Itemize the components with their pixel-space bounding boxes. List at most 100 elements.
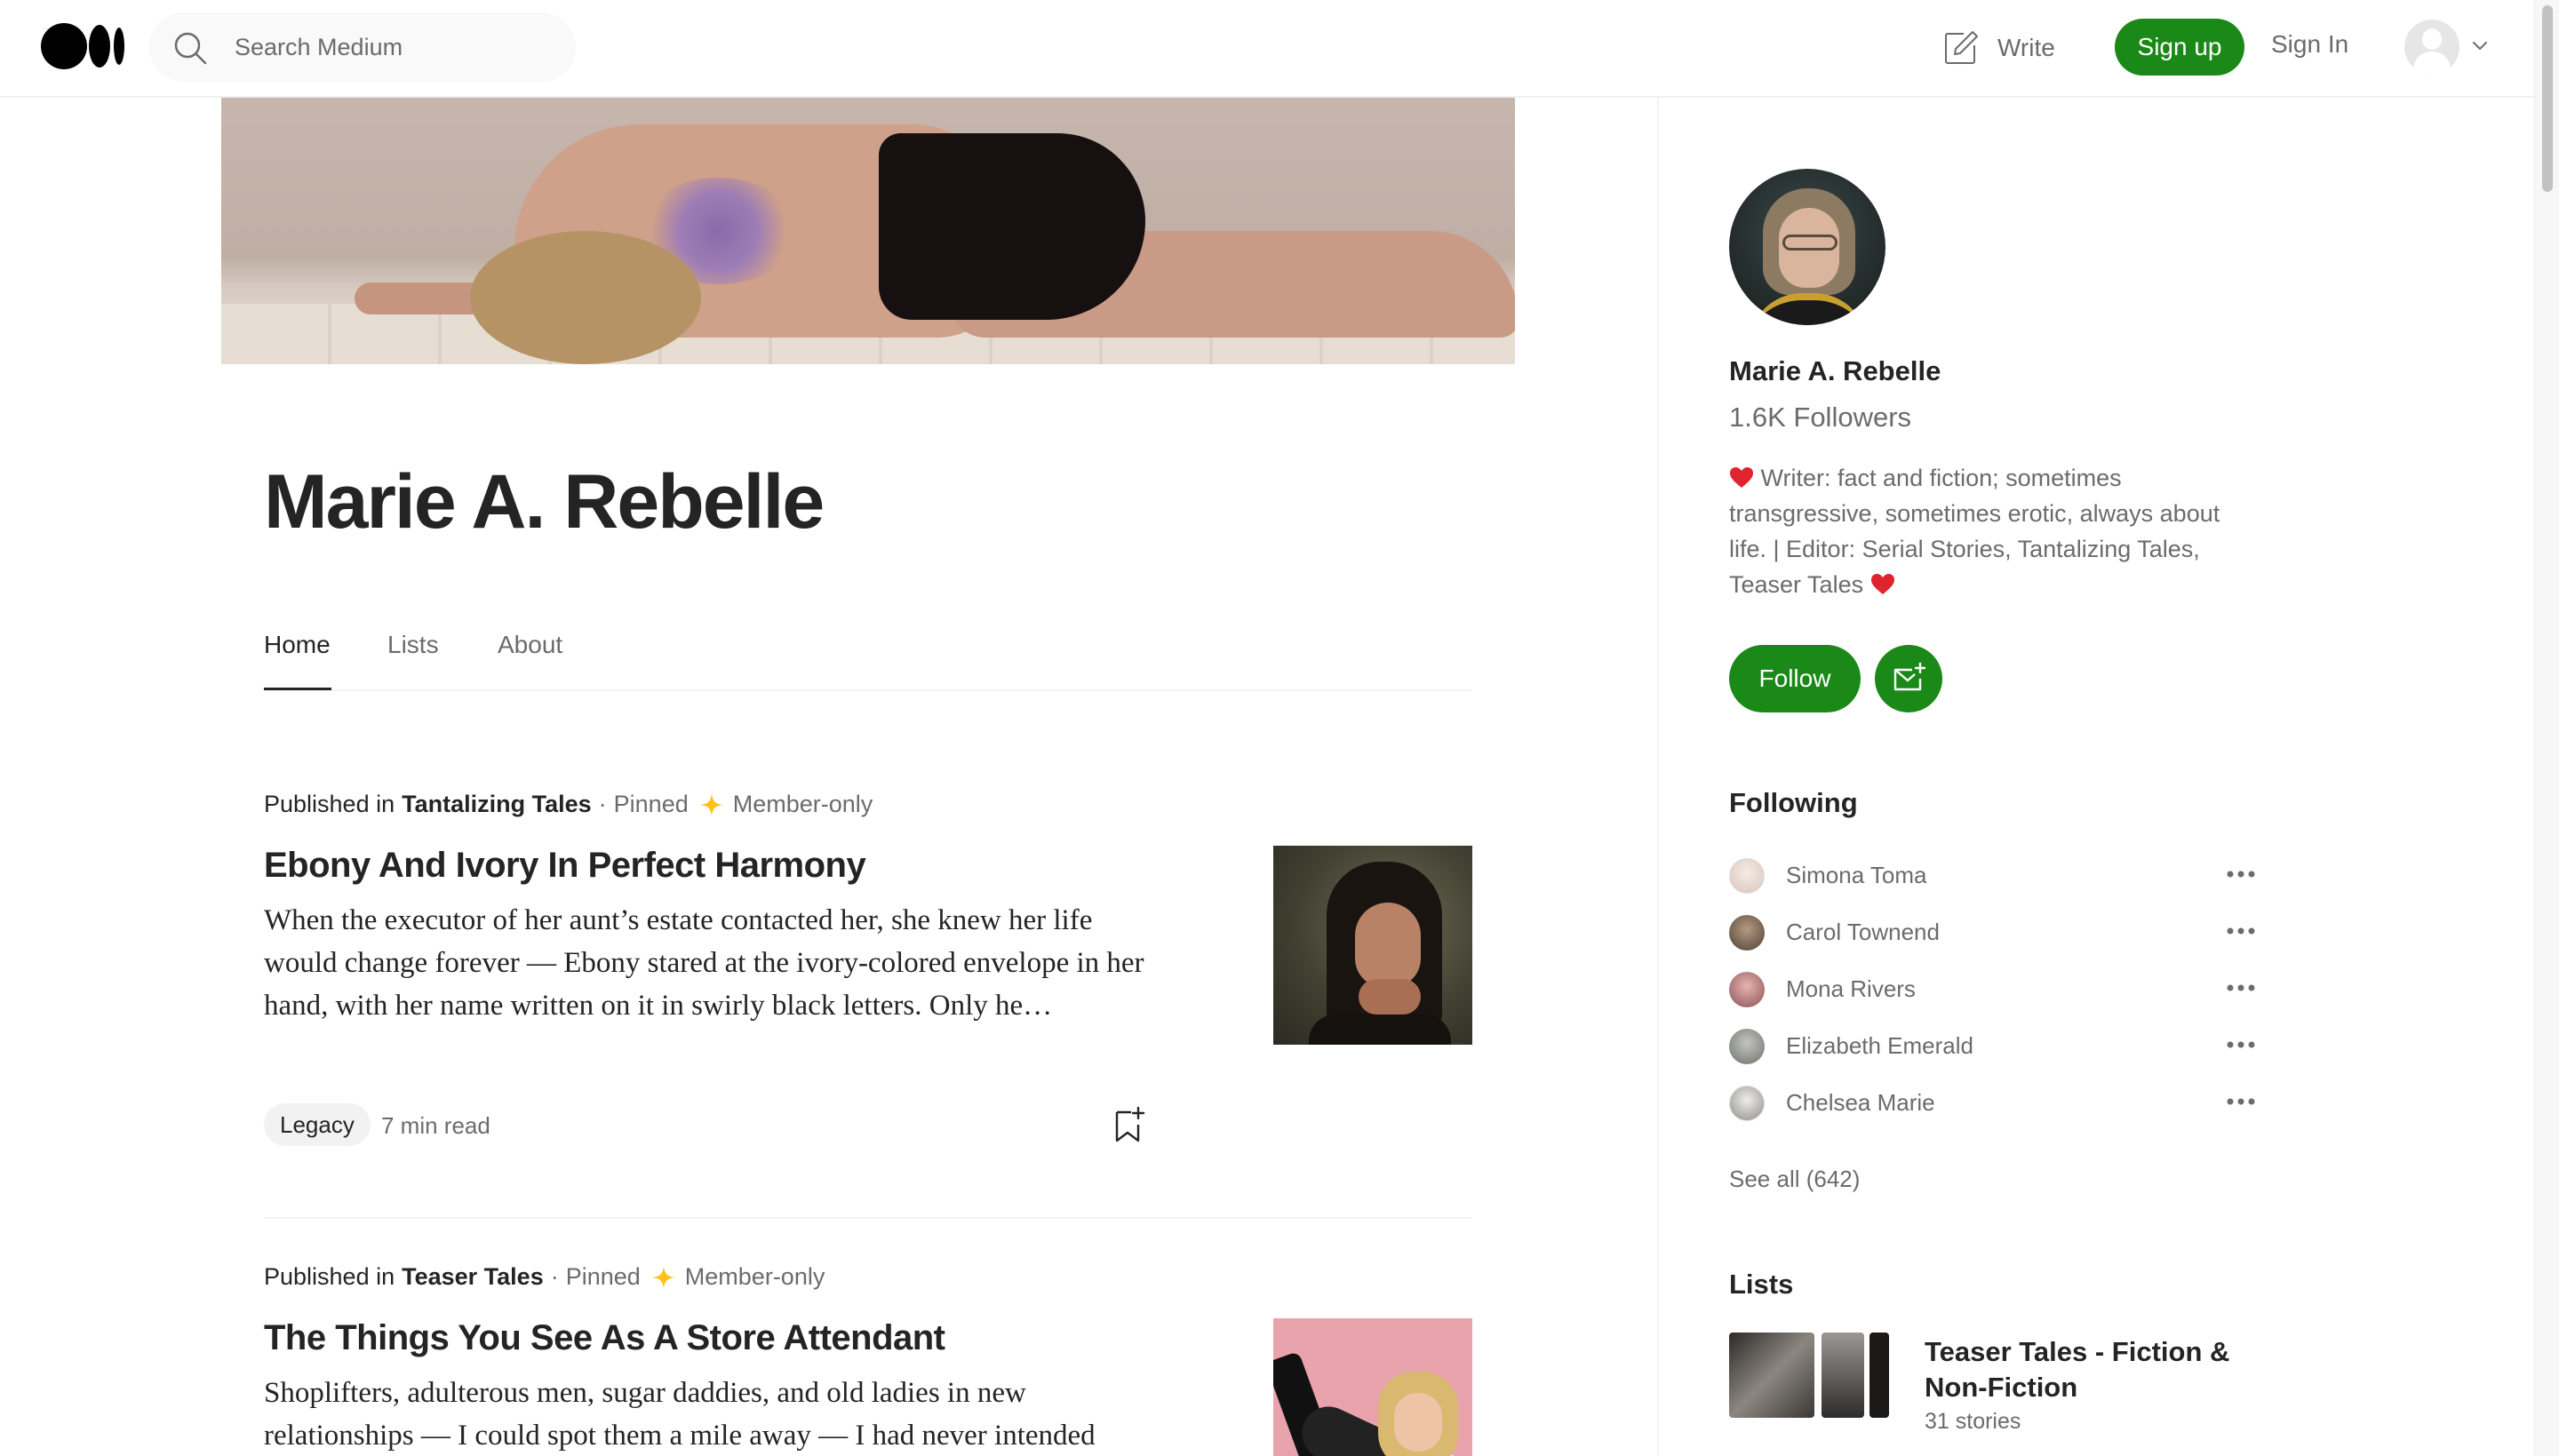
author-name[interactable]: Marie A. Rebelle bbox=[1729, 355, 1941, 387]
meta-separator: · bbox=[598, 791, 607, 817]
active-tab-indicator bbox=[264, 688, 331, 690]
following-avatar[interactable] bbox=[1729, 1086, 1765, 1121]
following-item[interactable]: Elizabeth Emerald bbox=[1729, 1027, 2259, 1066]
more-options-icon[interactable] bbox=[2223, 1091, 2259, 1112]
following-item[interactable]: Carol Townend bbox=[1729, 913, 2259, 952]
profile-tabs: Home Lists About bbox=[264, 624, 1472, 691]
more-options-icon[interactable] bbox=[2223, 863, 2259, 885]
published-in-label: Published in bbox=[264, 791, 395, 817]
read-time: 7 min read bbox=[381, 1112, 490, 1139]
article-thumbnail[interactable] bbox=[1273, 846, 1472, 1045]
search-box bbox=[149, 12, 576, 82]
logo-circle-large bbox=[41, 23, 87, 69]
following-name[interactable]: Mona Rivers bbox=[1786, 975, 1916, 1003]
following-name[interactable]: Chelsea Marie bbox=[1786, 1089, 1935, 1117]
scrollbar-thumb[interactable] bbox=[2542, 5, 2553, 192]
member-only-label: Member-only bbox=[732, 791, 873, 817]
list-title[interactable]: Teaser Tales - Fiction & Non-Fiction bbox=[1925, 1334, 2262, 1405]
list-preview-images[interactable] bbox=[1729, 1333, 1889, 1418]
sidebar-divider bbox=[1657, 98, 1659, 1456]
following-avatar[interactable] bbox=[1729, 858, 1765, 894]
following-name[interactable]: Elizabeth Emerald bbox=[1786, 1032, 1973, 1060]
follow-button[interactable]: Follow bbox=[1729, 645, 1861, 712]
member-only-label: Member-only bbox=[684, 1263, 825, 1290]
search-icon[interactable] bbox=[172, 30, 208, 66]
author-bio: Writer: fact and fiction; sometimes tran… bbox=[1729, 460, 2262, 602]
meta-separator: · bbox=[550, 1263, 559, 1290]
article-card[interactable]: Published in Teaser Tales · Pinned Membe… bbox=[264, 1260, 1472, 1456]
thumbnail-face-shape bbox=[1394, 1393, 1442, 1452]
list-preview-image bbox=[1869, 1333, 1889, 1418]
profile-banner-image bbox=[221, 98, 1515, 364]
heart-icon bbox=[1870, 574, 1894, 594]
following-item[interactable]: Mona Rivers bbox=[1729, 970, 2259, 1009]
following-name[interactable]: Carol Townend bbox=[1786, 919, 1940, 946]
following-avatar[interactable] bbox=[1729, 915, 1765, 951]
write-label: Write bbox=[1997, 34, 2055, 61]
thumbnail-face-shape bbox=[1355, 903, 1421, 988]
avatar-shirt-shape bbox=[1749, 293, 1868, 325]
thumbnail-hand-shape bbox=[1359, 979, 1421, 1014]
article-divider bbox=[264, 1217, 1472, 1219]
following-item[interactable]: Simona Toma bbox=[1729, 856, 2259, 895]
avatar-body-shape bbox=[2413, 52, 2451, 75]
following-heading: Following bbox=[1729, 787, 1858, 818]
tab-home[interactable]: Home bbox=[264, 631, 331, 659]
see-all-following-link[interactable]: See all (642) bbox=[1729, 1166, 1860, 1193]
publication-link[interactable]: Teaser Tales bbox=[402, 1263, 544, 1291]
chevron-down-icon[interactable] bbox=[2470, 36, 2490, 55]
article-meta: Published in Teaser Tales · Pinned Membe… bbox=[264, 1263, 825, 1291]
banner-figure-shorts bbox=[879, 133, 1145, 320]
write-icon bbox=[1945, 31, 1978, 64]
avatar-head-shape bbox=[2422, 28, 2442, 50]
search-input[interactable] bbox=[235, 12, 554, 82]
following-name[interactable]: Simona Toma bbox=[1786, 862, 1927, 889]
article-subtitle[interactable]: Shoplifters, adulterous men, sugar daddi… bbox=[264, 1372, 1170, 1456]
logo-ellipse-small bbox=[114, 28, 124, 65]
heart-icon bbox=[1730, 467, 1753, 488]
article-meta: Published in Tantalizing Tales · Pinned … bbox=[264, 791, 873, 818]
medium-logo[interactable] bbox=[41, 23, 124, 69]
tab-lists[interactable]: Lists bbox=[387, 631, 439, 659]
list-story-count: 31 stories bbox=[1925, 1409, 2021, 1434]
author-avatar[interactable] bbox=[1729, 169, 1885, 325]
article-title[interactable]: Ebony And Ivory In Perfect Harmony bbox=[264, 846, 866, 886]
user-avatar-button[interactable] bbox=[2404, 20, 2459, 75]
subscribe-email-button[interactable] bbox=[1875, 645, 1942, 712]
tab-about[interactable]: About bbox=[498, 631, 562, 659]
author-followers[interactable]: 1.6K Followers bbox=[1729, 402, 1911, 434]
member-star-icon bbox=[651, 1265, 675, 1289]
following-avatar[interactable] bbox=[1729, 1029, 1765, 1064]
list-preview-image bbox=[1822, 1333, 1864, 1418]
mail-plus-icon bbox=[1893, 662, 1926, 691]
following-avatar[interactable] bbox=[1729, 972, 1765, 1007]
lists-heading: Lists bbox=[1729, 1269, 1794, 1300]
pinned-label: Pinned bbox=[613, 791, 689, 817]
pinned-label: Pinned bbox=[565, 1263, 641, 1290]
list-preview-image bbox=[1729, 1333, 1814, 1418]
thumbnail-top-shape bbox=[1309, 1014, 1451, 1045]
scrollbar[interactable] bbox=[2534, 0, 2559, 1456]
article-tag[interactable]: Legacy bbox=[264, 1103, 371, 1146]
avatar-glasses-shape bbox=[1782, 235, 1838, 251]
logo-ellipse-medium bbox=[89, 25, 110, 68]
member-star-icon bbox=[699, 792, 723, 816]
page-title: Marie A. Rebelle bbox=[264, 459, 825, 545]
sign-in-link[interactable]: Sign In bbox=[2271, 30, 2348, 59]
more-options-icon[interactable] bbox=[2223, 920, 2259, 942]
published-in-label: Published in bbox=[264, 1263, 395, 1290]
article-subtitle[interactable]: When the executor of her aunt’s estate c… bbox=[264, 899, 1170, 1027]
write-button[interactable]: Write bbox=[1942, 27, 2055, 69]
sign-up-button[interactable]: Sign up bbox=[2115, 19, 2244, 76]
publication-link[interactable]: Tantalizing Tales bbox=[402, 791, 592, 818]
more-options-icon[interactable] bbox=[2223, 1034, 2259, 1055]
article-thumbnail[interactable] bbox=[1273, 1318, 1472, 1456]
top-navigation-bar: Write Sign up Sign In bbox=[0, 0, 2534, 98]
following-item[interactable]: Chelsea Marie bbox=[1729, 1084, 2259, 1123]
article-title[interactable]: The Things You See As A Store Attendant bbox=[264, 1318, 945, 1358]
author-bio-text: Writer: fact and fiction; sometimes tran… bbox=[1729, 465, 2220, 598]
more-options-icon[interactable] bbox=[2223, 977, 2259, 999]
bookmark-add-icon[interactable] bbox=[1112, 1105, 1147, 1144]
banner-figure-hair bbox=[470, 231, 701, 364]
article-card[interactable]: Published in Tantalizing Tales · Pinned … bbox=[264, 787, 1472, 1178]
